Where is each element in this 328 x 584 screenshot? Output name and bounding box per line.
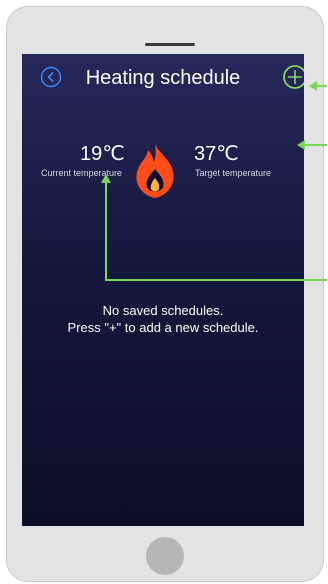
app-screen: Heating schedule 19℃ Current temperature… [22,54,304,526]
empty-state-line-2: Press "+" to add a new schedule. [67,320,259,335]
target-temperature-value: 37℃ [194,143,239,165]
flame-icon [136,144,174,198]
page-title: Heating schedule [85,67,241,89]
target-temperature-label: Target temperature [195,168,272,178]
plus-circle-icon[interactable] [282,64,304,90]
empty-state-line-1: No saved schedules. [102,303,224,318]
phone-speaker [145,43,195,46]
empty-state-message: No saved schedules. Press "+" to add a n… [22,302,304,336]
current-temperature-value: 19℃ [80,143,125,165]
current-temperature-label: Current temperature [41,168,123,178]
home-button[interactable] [146,537,184,575]
